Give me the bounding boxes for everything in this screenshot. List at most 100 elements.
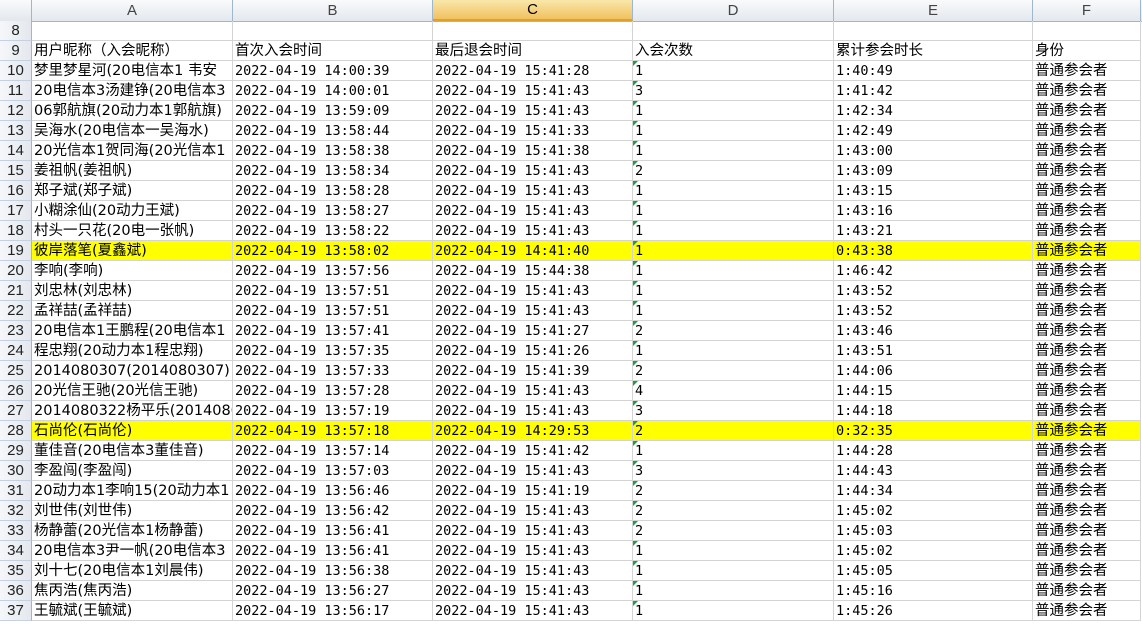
row-header[interactable]: 35 (0, 561, 32, 581)
cell-role[interactable]: 普通参会者 (1033, 301, 1141, 321)
cell-last-leave[interactable]: 2022-04-19 14:29:53 (433, 421, 633, 441)
cell-first-join[interactable]: 2022-04-19 13:56:41 (233, 541, 433, 561)
row-header[interactable]: 10 (0, 61, 32, 81)
cell-total-duration[interactable]: 1:42:34 (834, 101, 1033, 121)
cell-role[interactable]: 普通参会者 (1033, 161, 1141, 181)
cell-first-join[interactable]: 2022-04-19 13:57:35 (233, 341, 433, 361)
cell-total-duration[interactable]: 1:43:09 (834, 161, 1033, 181)
cell-last-leave[interactable]: 2022-04-19 15:41:43 (433, 201, 633, 221)
header-cell-last-leave[interactable]: 最后退会时间 (433, 41, 633, 61)
cell-nickname[interactable]: 2014080307(2014080307) (32, 361, 233, 381)
cell-nickname[interactable]: 20光信王驰(20光信王驰) (32, 381, 233, 401)
header-cell-nickname[interactable]: 用户昵称（入会昵称） (32, 41, 233, 61)
cell-total-duration[interactable]: 1:44:18 (834, 401, 1033, 421)
cell-join-count[interactable]: 1 (633, 61, 834, 81)
cell-role[interactable]: 普通参会者 (1033, 121, 1141, 141)
row-header[interactable]: 31 (0, 481, 32, 501)
cell-nickname[interactable]: 20电信本3汤建铮(20电信本3 (32, 81, 233, 101)
cell-total-duration[interactable]: 0:32:35 (834, 421, 1033, 441)
cell-total-duration[interactable]: 1:43:21 (834, 221, 1033, 241)
cell-nickname[interactable]: 程忠翔(20动力本1程忠翔) (32, 341, 233, 361)
cell-last-leave[interactable]: 2022-04-19 15:41:43 (433, 161, 633, 181)
cell-total-duration[interactable]: 1:41:42 (834, 81, 1033, 101)
cell-first-join[interactable]: 2022-04-19 13:58:44 (233, 121, 433, 141)
column-header-f[interactable]: F (1033, 0, 1141, 21)
cell-join-count[interactable]: 1 (633, 141, 834, 161)
row-header[interactable]: 8 (0, 21, 32, 41)
cell-role[interactable]: 普通参会者 (1033, 521, 1141, 541)
cell-join-count[interactable]: 2 (633, 521, 834, 541)
cell-nickname[interactable]: 村头一只花(20电一张帆) (32, 221, 233, 241)
cell-total-duration[interactable]: 1:45:05 (834, 561, 1033, 581)
cell-last-leave[interactable]: 2022-04-19 15:41:43 (433, 461, 633, 481)
cell[interactable] (233, 21, 433, 41)
row-header[interactable]: 20 (0, 261, 32, 281)
cell-last-leave[interactable]: 2022-04-19 15:41:43 (433, 561, 633, 581)
cell-last-leave[interactable]: 2022-04-19 15:41:43 (433, 401, 633, 421)
cell-nickname[interactable]: 石尚伦(石尚伦) (32, 421, 233, 441)
cell-role[interactable]: 普通参会者 (1033, 361, 1141, 381)
cell-join-count[interactable]: 1 (633, 301, 834, 321)
cell-last-leave[interactable]: 2022-04-19 15:41:43 (433, 501, 633, 521)
cell-nickname[interactable]: 董佳音(20电信本3董佳音) (32, 441, 233, 461)
cell-nickname[interactable]: 刘世伟(刘世伟) (32, 501, 233, 521)
row-header[interactable]: 23 (0, 321, 32, 341)
row-header[interactable]: 27 (0, 401, 32, 421)
column-header-b[interactable]: B (233, 0, 433, 21)
cell-first-join[interactable]: 2022-04-19 13:56:41 (233, 521, 433, 541)
cell-last-leave[interactable]: 2022-04-19 15:41:42 (433, 441, 633, 461)
cell-nickname[interactable]: 孟祥喆(孟祥喆) (32, 301, 233, 321)
cell-role[interactable]: 普通参会者 (1033, 381, 1141, 401)
column-header-e[interactable]: E (834, 0, 1033, 21)
cell-nickname[interactable]: 20电信本1王鹏程(20电信本1 (32, 321, 233, 341)
cell-nickname[interactable]: 姜祖帆(姜祖帆) (32, 161, 233, 181)
cell-role[interactable]: 普通参会者 (1033, 61, 1141, 81)
cell-role[interactable]: 普通参会者 (1033, 421, 1141, 441)
cell-nickname[interactable]: 刘十七(20电信本1刘晨伟) (32, 561, 233, 581)
cell-nickname[interactable]: 杨静蕾(20光信本1杨静蕾) (32, 521, 233, 541)
cell-total-duration[interactable]: 1:46:42 (834, 261, 1033, 281)
select-all-corner[interactable] (0, 0, 32, 21)
cell-nickname[interactable]: 彼岸落笔(夏鑫斌) (32, 241, 233, 261)
cell-join-count[interactable]: 2 (633, 321, 834, 341)
cell-last-leave[interactable]: 2022-04-19 15:41:28 (433, 61, 633, 81)
cell-first-join[interactable]: 2022-04-19 13:57:41 (233, 321, 433, 341)
cell-join-count[interactable]: 1 (633, 201, 834, 221)
row-header[interactable]: 25 (0, 361, 32, 381)
column-header-c[interactable]: C (433, 0, 633, 21)
cell-role[interactable]: 普通参会者 (1033, 401, 1141, 421)
cell-join-count[interactable]: 2 (633, 481, 834, 501)
cell-role[interactable]: 普通参会者 (1033, 281, 1141, 301)
row-header[interactable]: 15 (0, 161, 32, 181)
cell-nickname[interactable]: 20光信本1贺同海(20光信本1 (32, 141, 233, 161)
cell-nickname[interactable]: 梦里梦星河(20电信本1 韦安 (32, 61, 233, 81)
row-header[interactable]: 33 (0, 521, 32, 541)
cell-join-count[interactable]: 1 (633, 541, 834, 561)
header-cell-total-duration[interactable]: 累计参会时长 (834, 41, 1033, 61)
cell-total-duration[interactable]: 1:43:15 (834, 181, 1033, 201)
cell-last-leave[interactable]: 2022-04-19 15:41:43 (433, 301, 633, 321)
cell-join-count[interactable]: 1 (633, 121, 834, 141)
row-header[interactable]: 9 (0, 41, 32, 61)
column-header-a[interactable]: A (32, 0, 233, 21)
cell-join-count[interactable]: 1 (633, 581, 834, 601)
row-header[interactable]: 28 (0, 421, 32, 441)
cell-total-duration[interactable]: 1:44:34 (834, 481, 1033, 501)
cell-role[interactable]: 普通参会者 (1033, 501, 1141, 521)
row-header[interactable]: 34 (0, 541, 32, 561)
cell-total-duration[interactable]: 1:44:28 (834, 441, 1033, 461)
cell-nickname[interactable]: 06郭航旗(20动力本1郭航旗) (32, 101, 233, 121)
cell-role[interactable]: 普通参会者 (1033, 601, 1141, 621)
cell-join-count[interactable]: 1 (633, 261, 834, 281)
cell-first-join[interactable]: 2022-04-19 14:00:01 (233, 81, 433, 101)
cell-role[interactable]: 普通参会者 (1033, 201, 1141, 221)
cell-first-join[interactable]: 2022-04-19 13:57:28 (233, 381, 433, 401)
cell-nickname[interactable]: 郑子斌(郑子斌) (32, 181, 233, 201)
cell-total-duration[interactable]: 1:43:00 (834, 141, 1033, 161)
cell-last-leave[interactable]: 2022-04-19 15:41:38 (433, 141, 633, 161)
cell-join-count[interactable]: 2 (633, 161, 834, 181)
cell-total-duration[interactable]: 1:40:49 (834, 61, 1033, 81)
cell-total-duration[interactable]: 1:45:26 (834, 601, 1033, 621)
cell-last-leave[interactable]: 2022-04-19 15:41:43 (433, 521, 633, 541)
cell-first-join[interactable]: 2022-04-19 13:58:34 (233, 161, 433, 181)
